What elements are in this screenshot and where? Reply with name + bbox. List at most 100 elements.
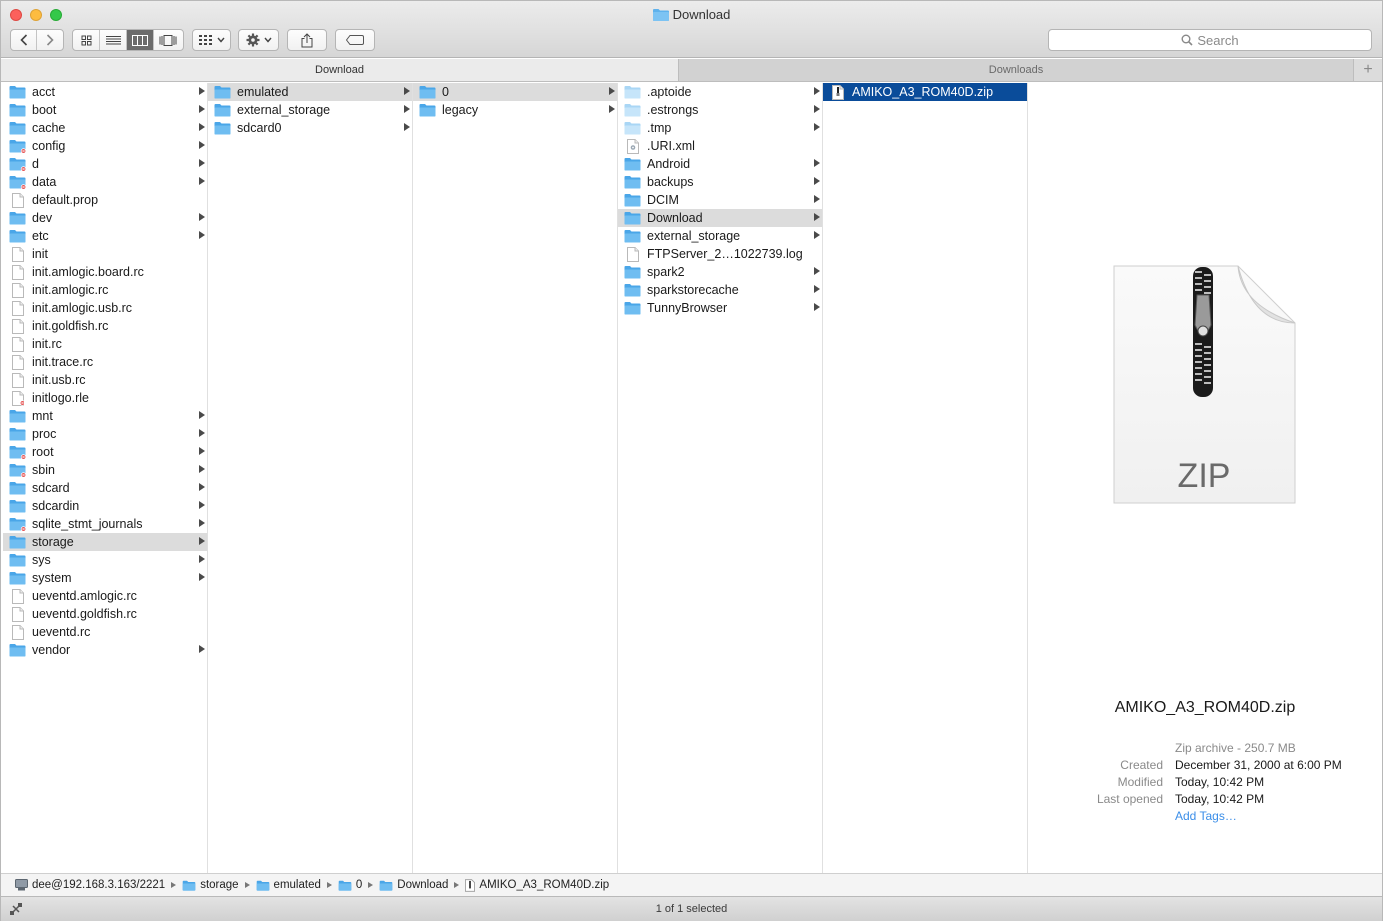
list-item[interactable]: .aptoide: [618, 83, 822, 101]
folder-icon: [419, 103, 436, 117]
file-icon: [9, 606, 26, 622]
cover-flow-button[interactable]: [154, 30, 181, 50]
share-button[interactable]: [287, 29, 327, 51]
list-item[interactable]: init.amlogic.board.rc: [3, 263, 207, 281]
item-label: sdcardin: [32, 499, 80, 513]
item-label: Download: [647, 211, 703, 225]
list-item[interactable]: data: [3, 173, 207, 191]
list-item[interactable]: proc: [3, 425, 207, 443]
disclosure-arrow-icon: [814, 105, 820, 113]
list-item[interactable]: backups: [618, 173, 822, 191]
disclosure-arrow-icon: [404, 105, 410, 113]
list-item[interactable]: sqlite_stmt_journals: [3, 515, 207, 533]
item-label: sdcard0: [237, 121, 282, 135]
item-label: sbin: [32, 463, 55, 477]
list-item[interactable]: init: [3, 245, 207, 263]
list-item[interactable]: root: [3, 443, 207, 461]
disclosure-arrow-icon: [814, 267, 820, 275]
path-segment[interactable]: 0: [338, 879, 362, 891]
list-item[interactable]: DCIM: [618, 191, 822, 209]
action-button[interactable]: [238, 29, 279, 51]
list-item[interactable]: sdcardin: [3, 497, 207, 515]
item-label: spark2: [647, 265, 685, 279]
list-item[interactable]: spark2: [618, 263, 822, 281]
search-field[interactable]: Search: [1048, 29, 1372, 51]
chevron-right-icon: [46, 34, 54, 46]
list-item[interactable]: system: [3, 569, 207, 587]
list-item[interactable]: sdcard: [3, 479, 207, 497]
list-item[interactable]: sys: [3, 551, 207, 569]
list-item[interactable]: init.amlogic.usb.rc: [3, 299, 207, 317]
disconnect-icon[interactable]: [9, 902, 23, 919]
list-item[interactable]: legacy: [413, 101, 617, 119]
list-item[interactable]: acct: [3, 83, 207, 101]
item-label: cache: [32, 121, 66, 135]
list-item[interactable]: .URI.xml: [618, 137, 822, 155]
list-item[interactable]: etc: [3, 227, 207, 245]
list-item[interactable]: boot: [3, 101, 207, 119]
list-item[interactable]: mnt: [3, 407, 207, 425]
list-item[interactable]: d: [3, 155, 207, 173]
list-item[interactable]: cache: [3, 119, 207, 137]
list-item[interactable]: init.goldfish.rc: [3, 317, 207, 335]
list-view-button[interactable]: [100, 30, 127, 50]
item-label: init.trace.rc: [32, 355, 94, 369]
list-item[interactable]: .estrongs: [618, 101, 822, 119]
tab-downloads[interactable]: Downloads: [679, 59, 1354, 81]
list-item[interactable]: init.trace.rc: [3, 353, 207, 371]
folder-icon: [9, 121, 26, 135]
list-item[interactable]: .tmp: [618, 119, 822, 137]
file-icon: [9, 588, 26, 604]
arrange-button[interactable]: [192, 29, 231, 51]
path-segment[interactable]: Download: [379, 879, 448, 891]
list-item[interactable]: Download: [618, 209, 822, 227]
list-item[interactable]: init.rc: [3, 335, 207, 353]
list-item[interactable]: storage: [3, 533, 207, 551]
list-item[interactable]: vendor: [3, 641, 207, 659]
list-item[interactable]: dev: [3, 209, 207, 227]
list-item[interactable]: emulated: [208, 83, 412, 101]
list-item[interactable]: sbin: [3, 461, 207, 479]
list-item[interactable]: Android: [618, 155, 822, 173]
column-1[interactable]: acct boot cache config d data default.prop dev e…: [3, 83, 208, 873]
column-3[interactable]: 0 legacy: [413, 83, 618, 873]
last-opened-value: Today, 10:42 PM: [1175, 792, 1265, 806]
list-item[interactable]: sdcard0: [208, 119, 412, 137]
server-icon: [15, 879, 28, 891]
edit-tags-button[interactable]: [335, 29, 375, 51]
column-5[interactable]: AMIKO_A3_ROM40D.zip: [823, 83, 1028, 873]
list-item[interactable]: initlogo.rle: [3, 389, 207, 407]
add-tags-link[interactable]: Add Tags…: [1175, 809, 1237, 823]
list-item[interactable]: ueventd.amlogic.rc: [3, 587, 207, 605]
list-item[interactable]: init.amlogic.rc: [3, 281, 207, 299]
path-segment[interactable]: storage: [182, 879, 239, 891]
tag-icon: [346, 35, 364, 45]
back-button[interactable]: [11, 30, 37, 50]
path-segment[interactable]: dee@192.168.3.163/2221: [15, 879, 165, 891]
column-view-button[interactable]: [127, 30, 154, 50]
list-item[interactable]: config: [3, 137, 207, 155]
list-item[interactable]: sparkstorecache: [618, 281, 822, 299]
list-item[interactable]: FTPServer_2…1022739.log: [618, 245, 822, 263]
icon-view-button[interactable]: [73, 30, 100, 50]
new-tab-button[interactable]: +: [1354, 59, 1382, 81]
list-item[interactable]: TunnyBrowser: [618, 299, 822, 317]
list-item[interactable]: init.usb.rc: [3, 371, 207, 389]
item-label: Android: [647, 157, 691, 171]
list-item[interactable]: ueventd.rc: [3, 623, 207, 641]
folder-icon: [624, 121, 641, 135]
column-4[interactable]: .aptoide .estrongs .tmp .URI.xml Android back…: [618, 83, 823, 873]
list-item[interactable]: 0: [413, 83, 617, 101]
item-label: sdcard: [32, 481, 70, 495]
forward-button[interactable]: [37, 30, 63, 50]
path-segment[interactable]: emulated: [256, 879, 321, 891]
list-item[interactable]: external_storage: [618, 227, 822, 245]
column-2[interactable]: emulated external_storage sdcard0: [208, 83, 413, 873]
item-label: init.goldfish.rc: [32, 319, 109, 333]
list-item[interactable]: ueventd.goldfish.rc: [3, 605, 207, 623]
list-item[interactable]: default.prop: [3, 191, 207, 209]
list-item[interactable]: external_storage: [208, 101, 412, 119]
path-segment[interactable]: AMIKO_A3_ROM40D.zip: [465, 878, 609, 892]
tab-download[interactable]: Download: [1, 59, 679, 81]
list-item[interactable]: AMIKO_A3_ROM40D.zip: [823, 83, 1027, 101]
